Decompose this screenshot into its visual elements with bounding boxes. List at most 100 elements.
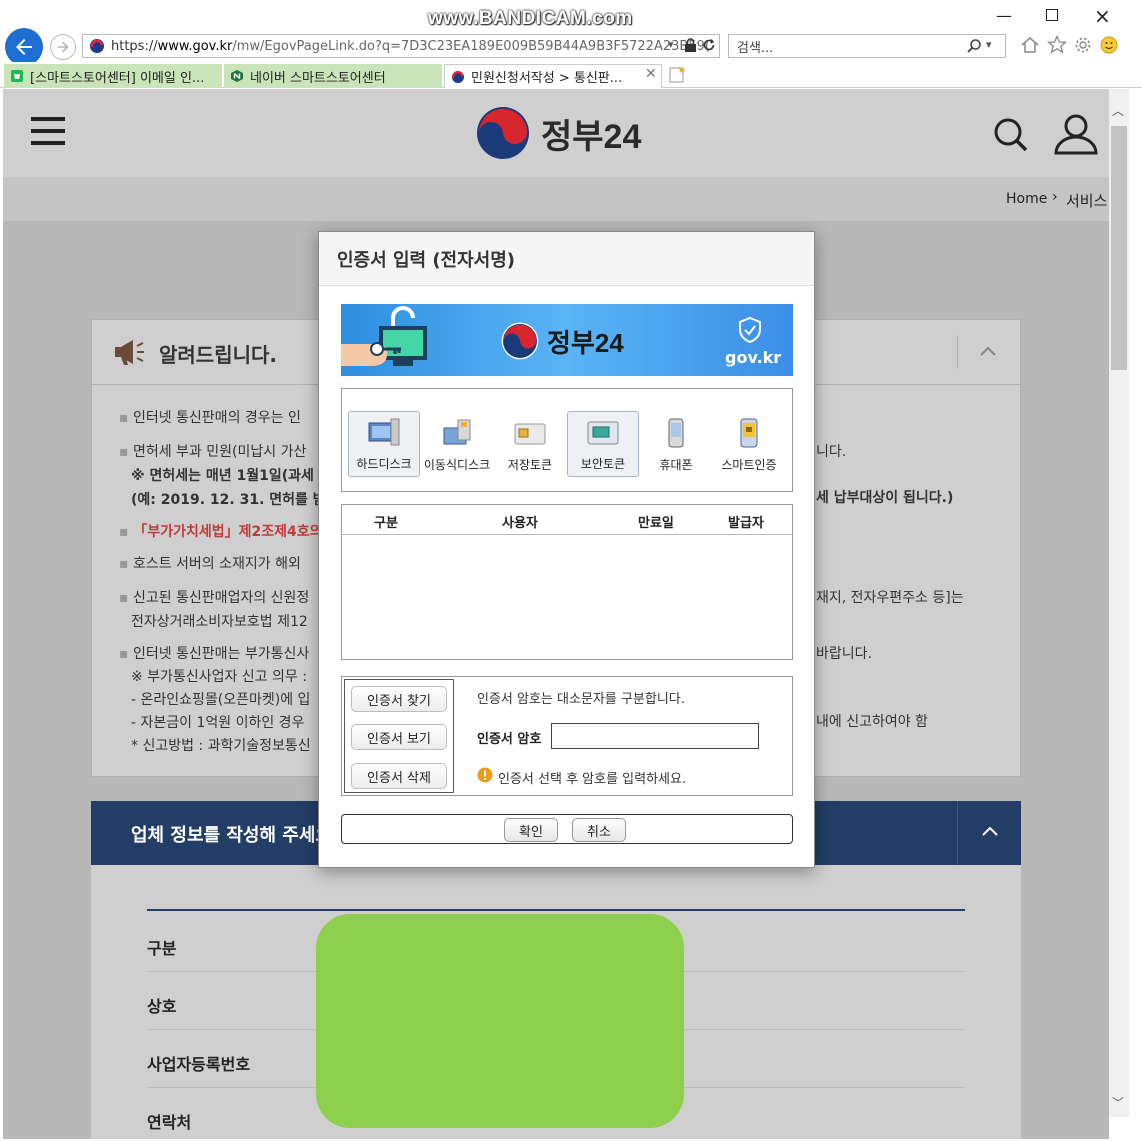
notice-title: 알려드립니다. [159, 343, 277, 367]
maximize-icon[interactable] [1046, 9, 1058, 21]
form-header-divider [957, 801, 958, 865]
scrollbar-thumb[interactable] [1111, 126, 1127, 370]
security-lock-key-icon [341, 306, 427, 366]
scroll-down-icon[interactable]: ﹀ [1112, 1094, 1124, 1111]
certificate-password-input[interactable] [551, 723, 759, 749]
certificate-actions-panel: 인증서 찾기 인증서 보기 인증서 삭제 인증서 암호는 대소문자를 구분합니다… [341, 676, 793, 796]
column-header-expiry: 만료일 [638, 516, 674, 531]
notice-fragment: 바랍니다. [816, 646, 872, 662]
gov24-emblem-icon [477, 107, 529, 159]
password-hint: 인증서 선택 후 암호를 입력하세요. [498, 772, 687, 787]
shield-check-icon [739, 316, 761, 344]
form-top-rule [147, 909, 965, 911]
device-storage-token[interactable]: 저장토큰 [494, 411, 566, 477]
breadcrumb-current[interactable]: 서비스 [1066, 190, 1107, 211]
device-label: 저장토큰 [507, 458, 553, 472]
feedback-smiley-icon[interactable] [1100, 36, 1118, 54]
notice-item: ▪ 「부가가치세법」제2조제4호의 [119, 524, 323, 540]
smart-auth-icon [740, 418, 758, 448]
device-mobile-phone[interactable]: 휴대폰 [640, 411, 712, 477]
device-label: 스마트인증 [721, 458, 777, 472]
certificate-dialog: 인증서 입력 (전자서명) 정부24 gov.kr 하드디스크 이동식디스크 저… [318, 231, 815, 868]
device-security-token[interactable]: 보안토큰 [567, 411, 639, 477]
chevron-up-icon[interactable] [981, 825, 999, 837]
notice-item: 전자상거래소비자보호법 제12 [131, 614, 308, 630]
notice-fragment: 내에 신고하여야 함 [816, 714, 928, 730]
scroll-up-icon[interactable]: ︿ [1112, 102, 1124, 119]
find-certificate-button[interactable]: 인증서 찾기 [351, 686, 447, 712]
site-logo[interactable]: 정부24 [475, 105, 641, 161]
device-label: 이동식디스크 [423, 458, 491, 472]
refresh-icon[interactable] [702, 38, 716, 52]
settings-gear-icon[interactable] [1074, 36, 1092, 54]
favorites-star-icon[interactable] [1047, 35, 1067, 54]
device-label: 하드디스크 [356, 457, 412, 471]
column-header-type: 구분 [374, 516, 398, 531]
site-favicon-icon [90, 39, 104, 53]
notice-item: - 온라인쇼핑몰(오픈마켓)에 입 [131, 692, 311, 708]
password-label: 인증서 암호 [477, 732, 542, 747]
tab-label: 민원신청서작성 > 통신판... [471, 71, 623, 86]
notice-item: ※ 면허세는 매년 1월1일(과세 [131, 468, 314, 484]
column-header-issuer: 발급자 [728, 516, 764, 531]
new-tab-icon[interactable] [668, 66, 686, 84]
notice-item: ▪ 인터넷 통신판매의 경우는 인 [119, 410, 301, 426]
address-dropdown-icon[interactable]: ▾ [668, 38, 674, 51]
hard-disk-icon [368, 418, 400, 446]
address-bar[interactable]: https://www.gov.kr/mw/EgovPageLink.do?q=… [82, 34, 720, 58]
form-label-contact: 연락처 [147, 1113, 192, 1132]
certificate-list[interactable]: 구분 사용자 만료일 발급자 [341, 504, 793, 660]
notice-item: ▪ 신고된 통신판매업자의 신원정 [119, 590, 310, 606]
search-dropdown-icon[interactable]: ▾ [986, 38, 992, 51]
dialog-footer: 확인 취소 [341, 814, 793, 844]
device-removable-disk[interactable]: 이동식디스크 [421, 411, 493, 477]
home-icon[interactable] [1020, 36, 1040, 54]
close-window-icon[interactable]: × [1094, 4, 1111, 28]
mobile-phone-icon [668, 418, 684, 448]
form-label-business-number: 사업자등록번호 [147, 1055, 251, 1074]
arrow-left-icon [16, 39, 32, 55]
device-hard-disk[interactable]: 하드디스크 [348, 411, 420, 477]
delete-certificate-button[interactable]: 인증서 삭제 [351, 763, 447, 789]
breadcrumb: Home › 서비스 [3, 177, 1109, 221]
redaction-overlay [316, 914, 684, 1128]
tab-close-icon[interactable]: ✕ [645, 66, 657, 82]
cancel-button[interactable]: 취소 [572, 818, 626, 842]
url-path: /mw/EgovPageLink.do?q=7D3C23EA189E009B59… [232, 38, 710, 54]
gov24-emblem-icon [501, 322, 539, 360]
tab-label: [스마트스토어센터] 이메일 인... [30, 70, 205, 86]
url-prefix: https:// [111, 38, 158, 54]
view-certificate-button[interactable]: 인증서 보기 [351, 724, 447, 750]
notice-item: ※ 부가통신사업자 신고 의무 : [131, 669, 307, 685]
banner-domain: gov.kr [725, 348, 782, 367]
user-account-icon[interactable] [1053, 113, 1099, 155]
certificate-button-group: 인증서 찾기 인증서 보기 인증서 삭제 [344, 679, 454, 793]
certificate-list-header: 구분 사용자 만료일 발급자 [342, 505, 792, 535]
search-icon[interactable] [966, 38, 982, 54]
dialog-banner: 정부24 gov.kr [341, 304, 793, 376]
column-header-user: 사용자 [502, 516, 538, 531]
tab-naver-smartstore[interactable]: 네이버 스마트스토어센터 [224, 64, 442, 88]
notice-item: ▪ 면허세 부과 민원(미납시 가산 [119, 444, 307, 460]
breadcrumb-separator-icon: › [1052, 189, 1058, 205]
confirm-button[interactable]: 확인 [504, 818, 558, 842]
forward-button[interactable] [50, 34, 76, 60]
tab-smartstore-email[interactable]: [스마트스토어센터] 이메일 인... [4, 64, 222, 88]
breadcrumb-home[interactable]: Home [1006, 191, 1047, 207]
chevron-up-icon[interactable] [979, 345, 997, 357]
removable-disk-icon [443, 419, 471, 445]
url-host: www.gov.kr [157, 38, 233, 54]
back-button[interactable] [5, 28, 43, 66]
menu-hamburger-icon[interactable] [31, 117, 65, 145]
tab-civil-application[interactable]: 민원신청서작성 > 통신판... [444, 64, 662, 88]
browser-search-input[interactable]: 검색... [728, 34, 1006, 58]
minimize-icon[interactable]: — [996, 6, 1012, 25]
form-section-title: 업체 정보를 작성해 주세요 [131, 825, 319, 846]
device-smart-auth[interactable]: 스마트인증 [713, 411, 785, 477]
notice-fragment: 니다. [816, 444, 847, 460]
form-label-name: 상호 [147, 997, 177, 1016]
tab-label: 네이버 스마트스토어센터 [250, 70, 386, 86]
site-search-icon[interactable] [993, 117, 1029, 153]
megaphone-icon [115, 340, 144, 365]
form-label-type: 구분 [147, 939, 177, 958]
